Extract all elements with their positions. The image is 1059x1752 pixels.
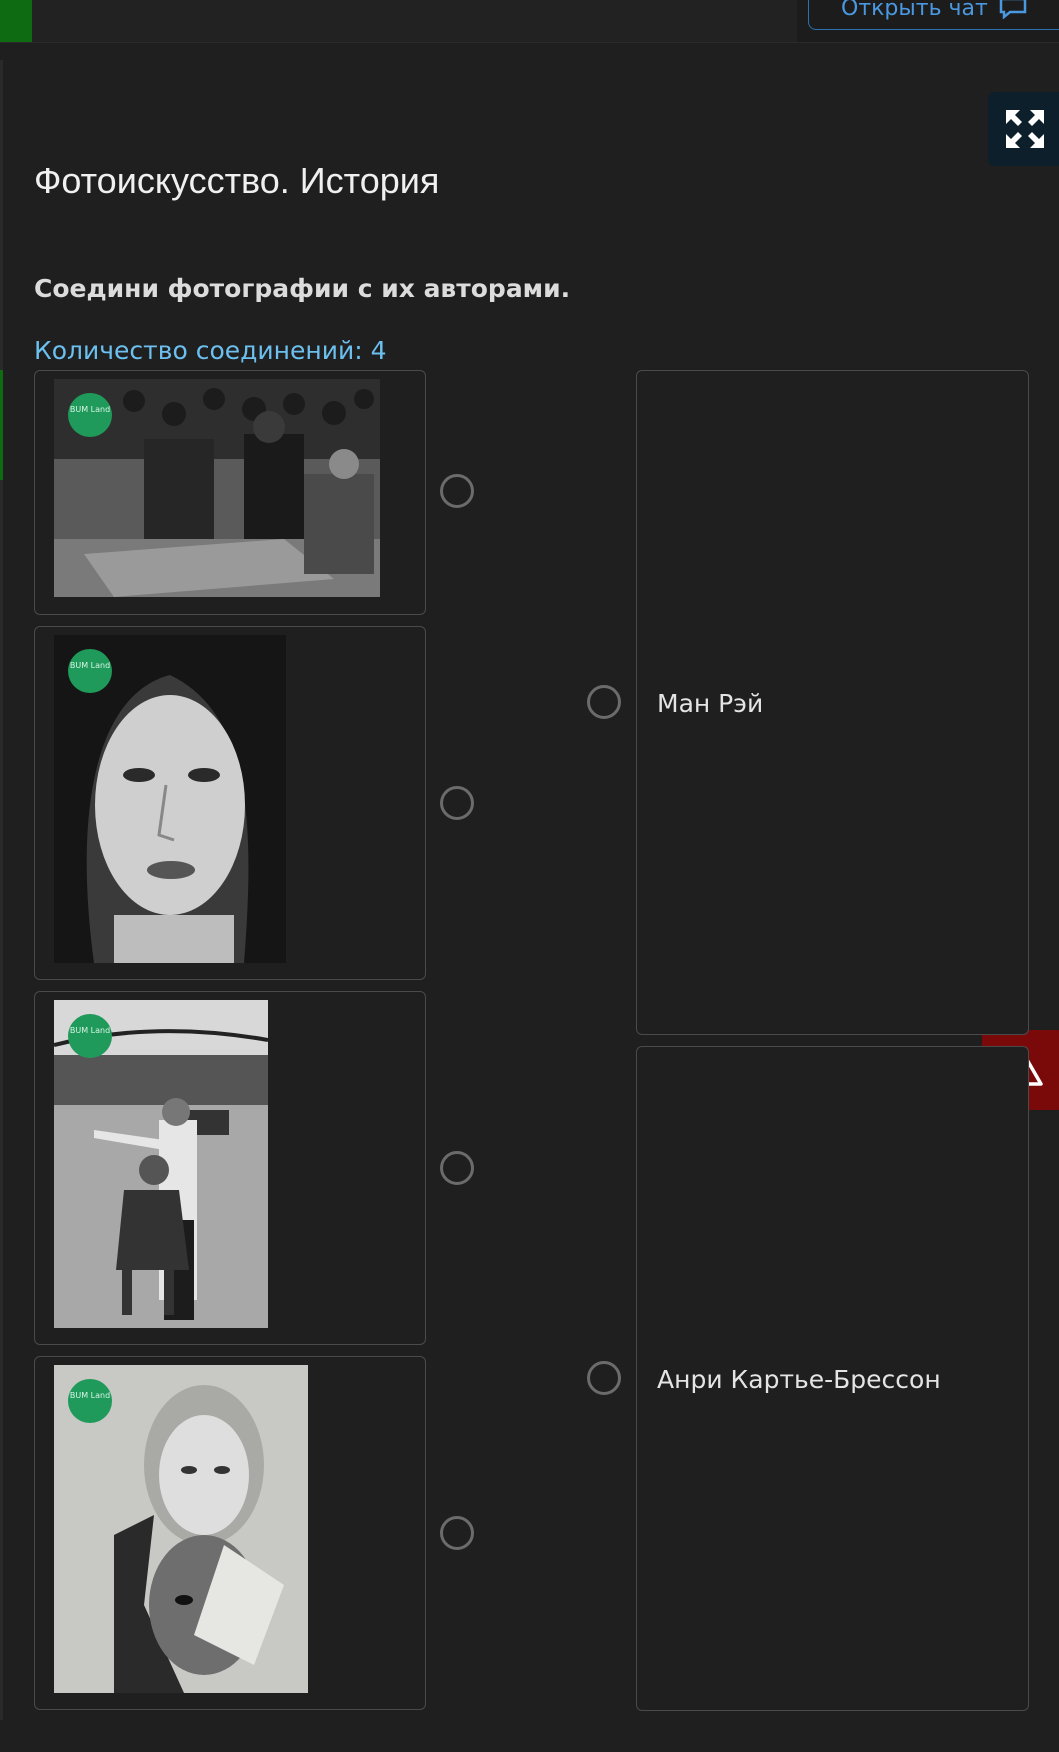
- side-strip-highlight: [0, 370, 3, 480]
- photo-card-3[interactable]: BUM Land: [34, 991, 426, 1345]
- top-bar: Открыть чат: [0, 0, 1059, 43]
- author-1-connector[interactable]: [587, 685, 621, 719]
- connections-count: Количество соединений: 4: [34, 336, 387, 365]
- photo-card-1[interactable]: BUM Land: [34, 370, 426, 615]
- author-card-1[interactable]: Ман Рэй: [587, 370, 1029, 1035]
- expand-arrows-icon: [1006, 110, 1044, 148]
- open-chat-button[interactable]: Открыть чат: [808, 0, 1059, 30]
- expand-button[interactable]: [988, 92, 1059, 166]
- open-chat-label: Открыть чат: [841, 0, 988, 21]
- photo-4-connector[interactable]: [440, 1516, 474, 1550]
- watermark-logo: BUM Land: [68, 649, 112, 693]
- watermark-logo: BUM Land: [68, 1014, 112, 1058]
- photo-collage-faces: BUM Land: [54, 1365, 308, 1693]
- watermark-logo: BUM Land: [68, 1379, 112, 1423]
- author-card-2[interactable]: Анри Картье-Брессон: [587, 1046, 1029, 1711]
- author-label-man-ray: Ман Рэй: [657, 689, 764, 718]
- task-instruction: Соедини фотографии с их авторами.: [34, 274, 571, 303]
- left-side-strip: [0, 60, 3, 1720]
- top-left-green-tab: [0, 0, 32, 42]
- photo-card-4[interactable]: BUM Land: [34, 1356, 426, 1710]
- photo-red-square-soldier-girl: BUM Land: [54, 1000, 268, 1328]
- top-bar-left-area: [32, 0, 797, 42]
- photo-woman-portrait: BUM Land: [54, 635, 286, 963]
- photo-crowd-market: BUM Land: [54, 379, 380, 597]
- photo-1-connector[interactable]: [440, 474, 474, 508]
- chat-bubble-icon: [999, 0, 1027, 19]
- photo-3-connector[interactable]: [440, 1151, 474, 1185]
- page-title: Фотоискусство. История: [34, 160, 440, 201]
- watermark-logo: BUM Land: [68, 393, 112, 437]
- author-label-cartier-bresson: Анри Картье-Брессон: [657, 1365, 941, 1394]
- author-2-connector[interactable]: [587, 1361, 621, 1395]
- photo-2-connector[interactable]: [440, 786, 474, 820]
- photo-card-2[interactable]: BUM Land: [34, 626, 426, 980]
